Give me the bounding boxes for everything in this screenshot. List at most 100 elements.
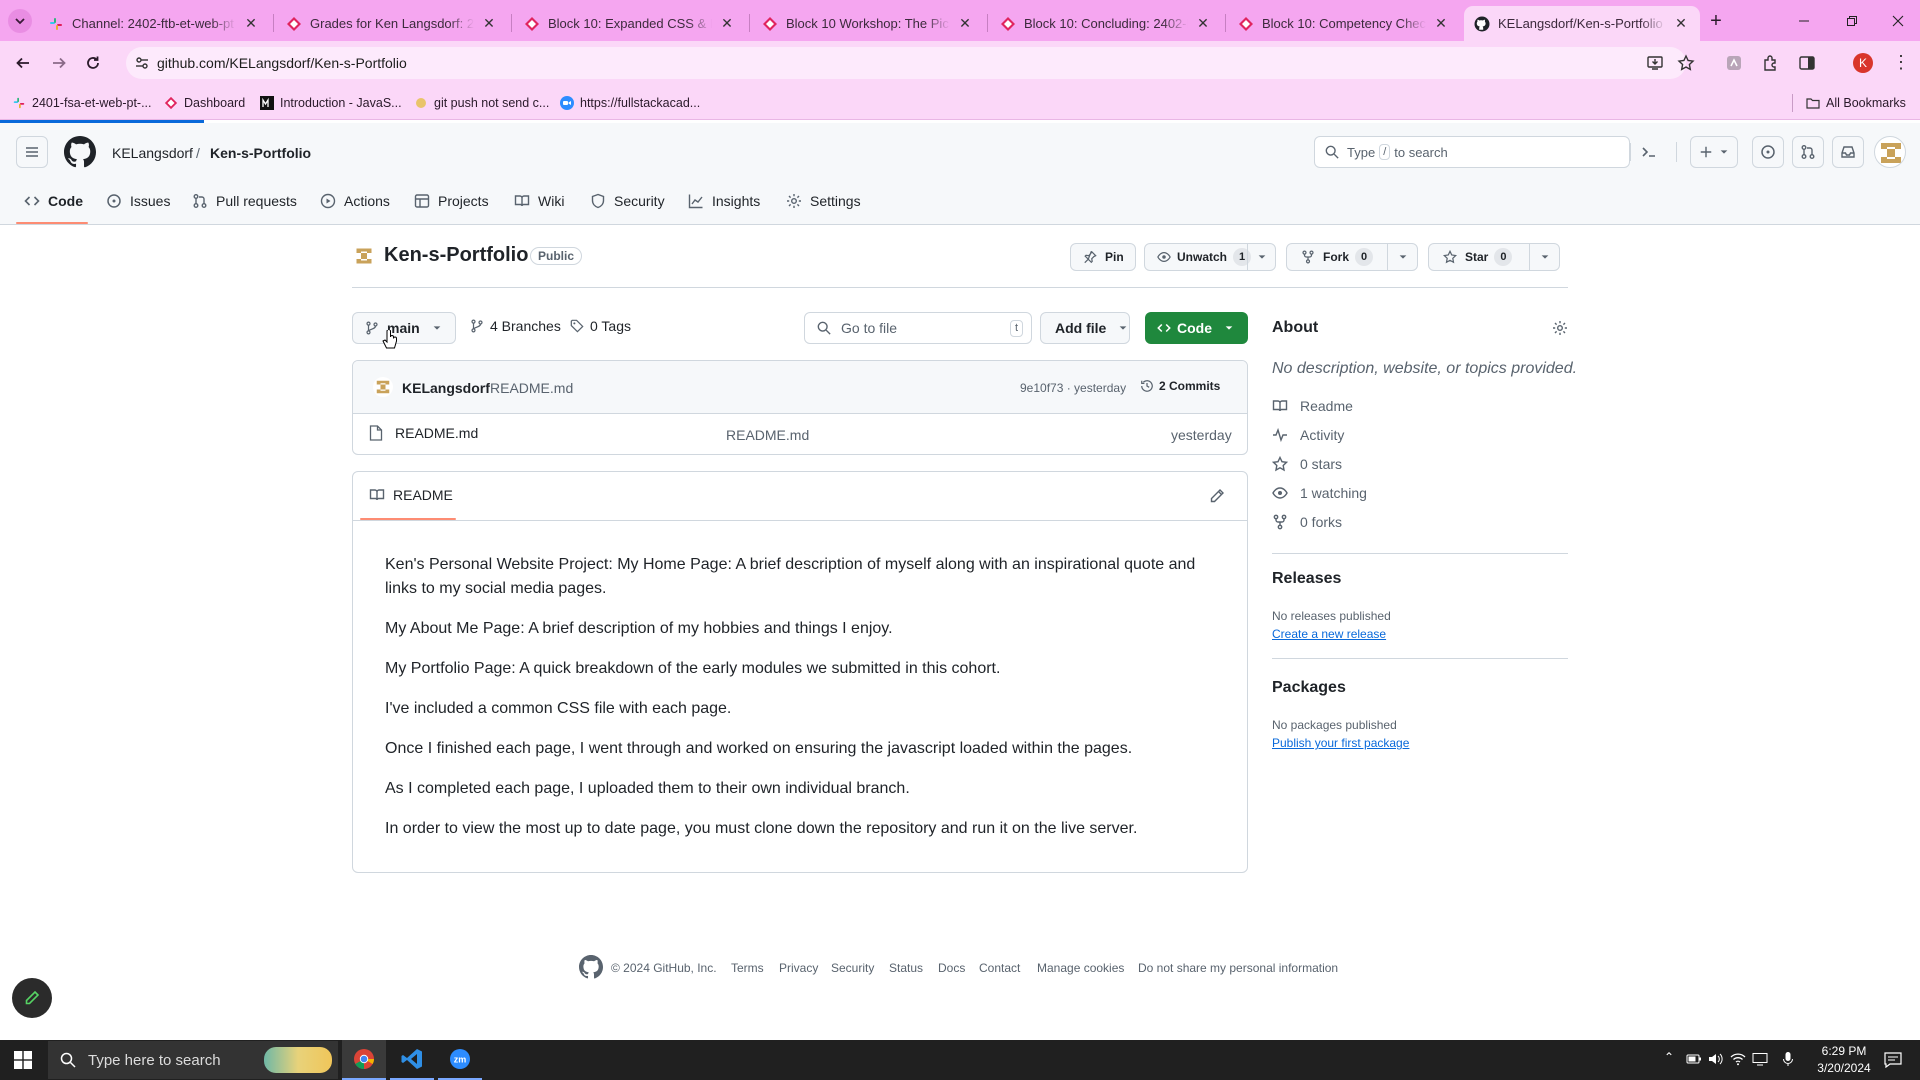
breadcrumb-owner[interactable]: KELangsdorf bbox=[112, 145, 193, 161]
user-avatar[interactable] bbox=[1874, 136, 1906, 168]
window-minimize-button[interactable] bbox=[1786, 6, 1822, 36]
window-close-button[interactable] bbox=[1880, 6, 1916, 36]
github-logo-icon[interactable] bbox=[64, 136, 96, 168]
close-icon[interactable]: ✕ bbox=[1432, 15, 1450, 32]
volume-icon[interactable] bbox=[1708, 1052, 1724, 1066]
chevron-down-icon[interactable] bbox=[1540, 252, 1550, 262]
footer-link[interactable]: Privacy bbox=[779, 961, 818, 975]
browser-tab[interactable]: Block 10: Competency Check ✕ bbox=[1228, 6, 1460, 41]
install-app-icon[interactable] bbox=[1646, 54, 1664, 72]
file-row[interactable]: README.md bbox=[369, 425, 478, 441]
profile-avatar[interactable]: K bbox=[1853, 53, 1873, 73]
footer-link[interactable]: Contact bbox=[979, 961, 1020, 975]
about-stars-link[interactable]: 0 stars bbox=[1272, 456, 1342, 472]
commit-message[interactable]: README.md bbox=[490, 380, 573, 396]
bookmark-item[interactable]: Dashboard bbox=[164, 92, 245, 114]
go-to-file-input[interactable]: Go to file t bbox=[804, 312, 1032, 344]
close-icon[interactable]: ✕ bbox=[718, 15, 736, 32]
footer-link[interactable]: Do not share my personal information bbox=[1138, 961, 1338, 975]
code-button[interactable]: Code bbox=[1145, 312, 1248, 344]
taskbar-vscode[interactable] bbox=[390, 1040, 434, 1080]
about-activity-link[interactable]: Activity bbox=[1272, 427, 1344, 443]
browser-tab-active[interactable]: KELangsdorf/Ken-s-Portfolio ✕ bbox=[1464, 6, 1700, 41]
commit-hash-time[interactable]: 9e10f73 · yesterday bbox=[1020, 381, 1126, 395]
tab-issues[interactable]: Issues bbox=[106, 189, 170, 213]
all-bookmarks-button[interactable]: All Bookmarks bbox=[1806, 92, 1906, 114]
window-restore-button[interactable] bbox=[1834, 6, 1870, 36]
site-info-icon[interactable] bbox=[134, 55, 150, 71]
browser-tab[interactable]: Grades for Ken Langsdorf: 2401 ✕ bbox=[276, 6, 508, 41]
repo-title[interactable]: Ken-s-Portfolio bbox=[384, 244, 528, 267]
inbox-button[interactable] bbox=[1832, 136, 1864, 168]
taskbar-search[interactable]: Type here to search bbox=[48, 1041, 338, 1079]
tab-security[interactable]: Security bbox=[590, 189, 665, 213]
footer-link[interactable]: Terms bbox=[731, 961, 764, 975]
new-tab-button[interactable]: + bbox=[1704, 10, 1728, 34]
display-icon[interactable] bbox=[1752, 1052, 1768, 1066]
extension-icon[interactable] bbox=[1725, 54, 1743, 72]
puzzle-icon[interactable] bbox=[1762, 54, 1780, 72]
microphone-icon[interactable] bbox=[1782, 1051, 1794, 1067]
star-button[interactable]: Star 0 bbox=[1428, 243, 1560, 271]
github-logo-icon[interactable] bbox=[579, 955, 603, 979]
close-icon[interactable]: ✕ bbox=[956, 15, 974, 32]
branches-link[interactable]: 4 Branches bbox=[470, 318, 561, 334]
browser-tab[interactable]: Block 10 Workshop: The Picasso ✕ bbox=[752, 6, 984, 41]
unwatch-button[interactable]: Unwatch 1 bbox=[1144, 243, 1276, 271]
tab-wiki[interactable]: Wiki bbox=[514, 189, 564, 213]
about-forks-link[interactable]: 0 forks bbox=[1272, 514, 1342, 530]
breadcrumb-repo[interactable]: Ken-s-Portfolio bbox=[210, 145, 311, 161]
taskbar-time[interactable]: 6:29 PM bbox=[1808, 1044, 1880, 1058]
chevron-up-icon[interactable]: ⌃ bbox=[1664, 1050, 1674, 1064]
bookmark-item[interactable]: https://fullstackacad... bbox=[560, 92, 700, 114]
notification-icon[interactable] bbox=[1884, 1052, 1902, 1068]
footer-link[interactable]: Security bbox=[831, 961, 874, 975]
wifi-icon[interactable] bbox=[1730, 1052, 1746, 1066]
command-palette-icon[interactable] bbox=[1641, 144, 1657, 160]
close-icon[interactable]: ✕ bbox=[242, 15, 260, 32]
battery-icon[interactable] bbox=[1686, 1052, 1702, 1066]
issues-button[interactable] bbox=[1752, 136, 1784, 168]
start-button[interactable] bbox=[0, 1040, 46, 1080]
create-new-button[interactable] bbox=[1690, 136, 1738, 168]
commit-author-avatar[interactable] bbox=[373, 377, 393, 397]
releases-title[interactable]: Releases bbox=[1272, 570, 1341, 588]
close-icon[interactable]: ✕ bbox=[1672, 15, 1690, 32]
browser-tab[interactable]: Channel: 2402-ftb-et-web-pt - ✕ bbox=[38, 6, 270, 41]
readme-tab[interactable]: README bbox=[369, 487, 453, 503]
forward-button[interactable] bbox=[46, 50, 72, 76]
taskbar-chrome[interactable] bbox=[342, 1040, 386, 1080]
commit-author[interactable]: KELangsdorf bbox=[402, 380, 490, 396]
add-file-button[interactable]: Add file bbox=[1040, 312, 1130, 344]
file-commit-message[interactable]: README.md bbox=[726, 427, 809, 443]
floating-edit-button[interactable] bbox=[12, 978, 52, 1018]
packages-title[interactable]: Packages bbox=[1272, 679, 1346, 697]
commits-link[interactable]: 2 Commits bbox=[1140, 379, 1220, 393]
tab-insights[interactable]: Insights bbox=[688, 189, 760, 213]
reload-button[interactable] bbox=[80, 50, 106, 76]
taskbar-date[interactable]: 3/20/2024 bbox=[1808, 1061, 1880, 1075]
tab-search-button[interactable] bbox=[8, 9, 32, 33]
create-release-link[interactable]: Create a new release bbox=[1272, 627, 1386, 641]
chevron-down-icon[interactable] bbox=[1257, 252, 1267, 262]
file-name[interactable]: README.md bbox=[395, 425, 478, 441]
close-icon[interactable]: ✕ bbox=[1194, 15, 1212, 32]
fork-button[interactable]: Fork 0 bbox=[1286, 243, 1418, 271]
bookmark-item[interactable]: Introduction - JavaS... bbox=[260, 92, 402, 114]
bookmark-item[interactable]: git push not send c... bbox=[414, 92, 549, 114]
browser-menu-icon[interactable]: ⋮ bbox=[1892, 52, 1910, 72]
taskbar-zoom[interactable]: zm bbox=[438, 1040, 482, 1080]
about-watching-link[interactable]: 1 watching bbox=[1272, 485, 1367, 501]
global-search[interactable]: Type / to search bbox=[1314, 136, 1631, 168]
publish-package-link[interactable]: Publish your first package bbox=[1272, 736, 1409, 750]
pull-requests-button[interactable] bbox=[1792, 136, 1824, 168]
footer-link[interactable]: Manage cookies bbox=[1037, 961, 1124, 975]
about-readme-link[interactable]: Readme bbox=[1272, 398, 1353, 414]
close-icon[interactable]: ✕ bbox=[480, 15, 498, 32]
tab-actions[interactable]: Actions bbox=[320, 189, 390, 213]
tab-pull-requests[interactable]: Pull requests bbox=[192, 189, 297, 213]
gear-icon[interactable] bbox=[1552, 320, 1568, 336]
footer-link[interactable]: Docs bbox=[938, 961, 965, 975]
chevron-down-icon[interactable] bbox=[1398, 252, 1408, 262]
tab-projects[interactable]: Projects bbox=[414, 189, 489, 213]
